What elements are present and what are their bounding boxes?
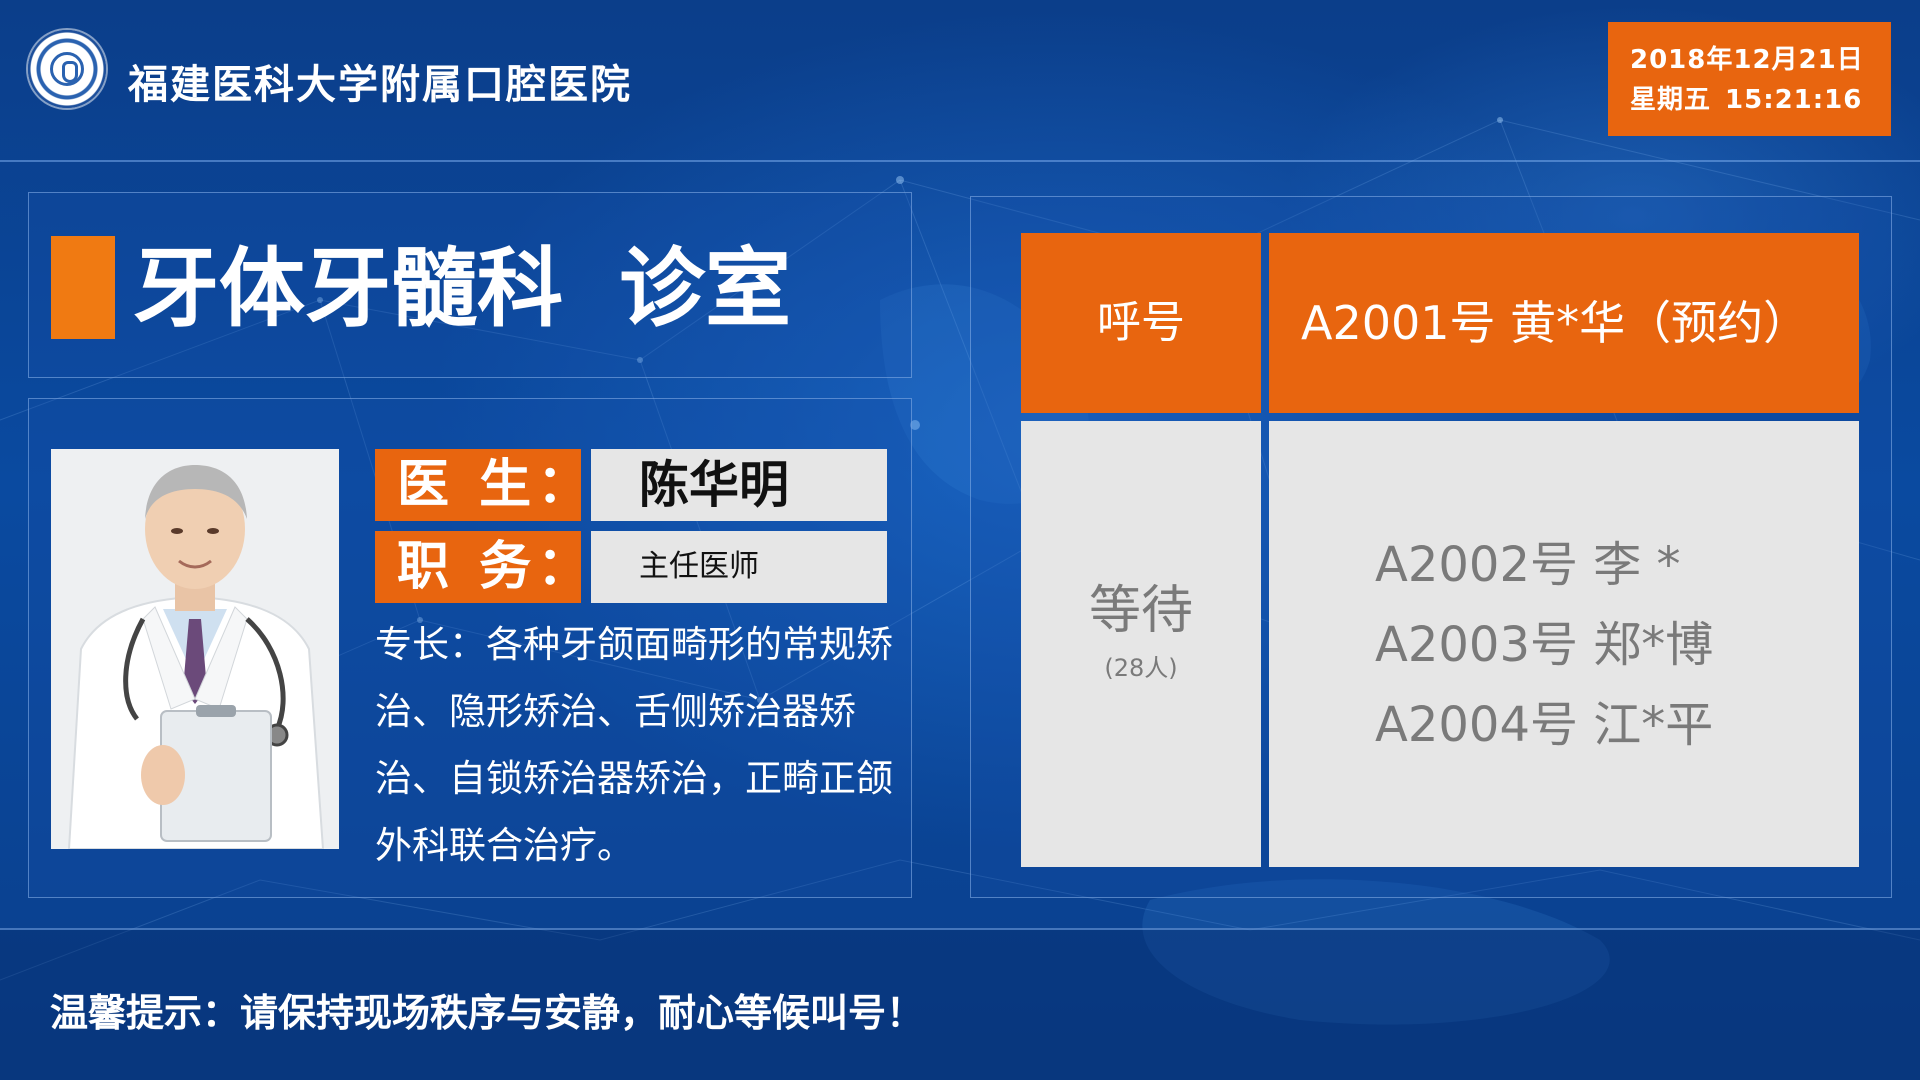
- datetime-box: 2018年12月21日 星期五 15:21:16: [1608, 22, 1891, 136]
- doctor-title-label: 职 务：: [375, 531, 589, 603]
- waiting-count: (28人): [1104, 654, 1178, 682]
- header-bar: 福建医科大学附属口腔医院 2018年12月21日 星期五 15:21:16: [0, 0, 1920, 162]
- department-accent-bar: [51, 236, 115, 339]
- footer-bar: 温馨提示：请保持现场秩序与安静，耐心等候叫号！: [0, 928, 1920, 1080]
- date-text: 2018年12月21日: [1630, 45, 1864, 75]
- department-name: 牙体牙髓科: [133, 239, 563, 339]
- hospital-logo-icon: [28, 30, 106, 108]
- doctor-title: 主任医师: [639, 549, 759, 584]
- queue-panel: 呼号 A2001号 黄*华（预约） 等待 (28人) A2002号 李 * A2…: [970, 196, 1892, 898]
- waiting-label-cell: 等待 (28人): [1021, 421, 1261, 867]
- current-call: A2001号 黄*华（预约）: [1269, 233, 1859, 413]
- waiting-list-cell: A2002号 李 * A2003号 郑*博 A2004号 江*平: [1269, 421, 1859, 867]
- doctor-panel: 医 生： 陈华明 职 务： 主任医师 专长：各种牙颌面畸形的常规矫治、隐形矫治、…: [28, 398, 912, 898]
- waiting-list: A2002号 李 * A2003号 郑*博 A2004号 江*平: [1375, 525, 1713, 765]
- doctor-name-label: 医 生：: [375, 449, 589, 521]
- call-label: 呼号: [1021, 233, 1261, 413]
- hospital-name: 福建医科大学附属口腔医院: [128, 62, 632, 108]
- waiting-list-item: A2003号 郑*博: [1375, 617, 1714, 673]
- waiting-list-item: A2002号 李 *: [1375, 537, 1681, 593]
- room-name: 诊室: [619, 239, 791, 339]
- department-panel: 牙体牙髓科 诊室: [28, 192, 912, 378]
- time-text: 15:21:16: [1725, 85, 1863, 115]
- waiting-label: 等待: [1088, 581, 1193, 641]
- weekday-time-row: 星期五 15:21:16: [1630, 80, 1891, 120]
- doctor-specialty: 专长：各种牙颌面畸形的常规矫治、隐形矫治、舌侧矫治器矫治、自锁矫治器矫治，正畸正…: [375, 623, 893, 867]
- waiting-list-item: A2004号 江*平: [1375, 697, 1714, 753]
- footer-tip: 温馨提示：请保持现场秩序与安静，耐心等候叫号！: [50, 991, 925, 1035]
- doctor-name-box: 陈华明: [591, 449, 887, 521]
- department-title: 牙体牙髓科 诊室: [133, 241, 791, 337]
- weekday-text: 星期五: [1630, 85, 1712, 115]
- doctor-name: 陈华明: [639, 456, 789, 514]
- doctor-photo: [51, 449, 339, 849]
- doctor-title-box: 主任医师: [591, 531, 887, 603]
